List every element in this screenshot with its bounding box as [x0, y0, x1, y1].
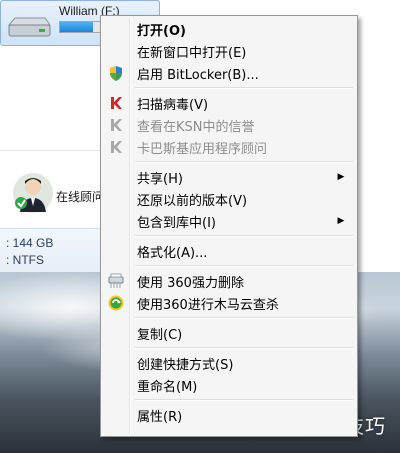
menu-item-create-shortcut[interactable]: 创建快捷方式(S)	[103, 352, 355, 374]
menu-item-label: 重命名(M)	[137, 379, 198, 395]
menu-item-restore-previous[interactable]: 还原以前的版本(V)	[103, 188, 355, 210]
menu-item-ksn-reputation[interactable]: 查看在KSN中的信誉	[103, 114, 355, 136]
advisor-avatar-icon	[13, 173, 53, 213]
menu-item-share[interactable]: 共享(H) ▶	[103, 166, 355, 188]
kaspersky-icon	[108, 95, 124, 111]
menu-separator	[103, 396, 355, 404]
menu-separator	[103, 344, 355, 352]
menu-item-label: 扫描病毒(V)	[137, 97, 209, 113]
kaspersky-grey-icon	[108, 139, 124, 155]
menu-item-label: 在新窗口中打开(E)	[137, 45, 247, 61]
online-advisor-item[interactable]: 在线顾问	[0, 172, 100, 218]
menu-separator	[103, 232, 355, 240]
360-security-icon	[108, 295, 124, 311]
menu-item-label: 创建快捷方式(S)	[137, 357, 234, 373]
submenu-arrow-icon: ▶	[337, 216, 345, 226]
drive-usage-fill	[60, 22, 93, 32]
divider	[0, 150, 100, 151]
menu-item-bitlocker[interactable]: 启用 BitLocker(B)...	[103, 62, 355, 84]
menu-item-label: 共享(H)	[137, 171, 183, 187]
menu-item-properties[interactable]: 属性(R)	[103, 404, 355, 426]
menu-item-open[interactable]: 打开(O)	[103, 18, 355, 40]
menu-separator	[103, 262, 355, 270]
filesystem-text: : NTFS	[6, 253, 44, 267]
menu-item-scan-virus[interactable]: 扫描病毒(V)	[103, 92, 355, 114]
menu-item-label: 还原以前的版本(V)	[137, 193, 248, 209]
menu-item-copy[interactable]: 复制(C)	[103, 322, 355, 344]
menu-item-label: 复制(C)	[137, 327, 183, 343]
menu-separator	[103, 314, 355, 322]
menu-item-label: 格式化(A)...	[137, 245, 208, 261]
menu-item-label: 属性(R)	[137, 409, 183, 425]
menu-item-label: 查看在KSN中的信誉	[137, 119, 255, 135]
menu-item-label: 打开(O)	[137, 23, 186, 39]
menu-item-360-trojan-scan[interactable]: 使用360进行木马云查杀	[103, 292, 355, 314]
drive-context-menu: 打开(O) 在新窗口中打开(E) 启用 BitLocker(B)... 扫描病毒…	[100, 15, 358, 437]
menu-item-rename[interactable]: 重命名(M)	[103, 374, 355, 396]
menu-item-include-library[interactable]: 包含到库中(I) ▶	[103, 210, 355, 232]
menu-item-label: 启用 BitLocker(B)...	[137, 67, 259, 83]
hard-drive-icon	[7, 17, 51, 37]
menu-item-360-force-delete[interactable]: 使用 360强力删除	[103, 270, 355, 292]
details-pane: : 144 GB : NTFS	[0, 228, 100, 272]
menu-item-format[interactable]: 格式化(A)...	[103, 240, 355, 262]
drive-size-text: : 144 GB	[6, 236, 54, 250]
submenu-arrow-icon: ▶	[337, 172, 345, 182]
security-shield-icon	[108, 65, 124, 81]
menu-item-label: 卡巴斯基应用程序顾问	[137, 141, 268, 157]
menu-item-label: 使用 360强力删除	[137, 275, 244, 291]
menu-item-open-new-window[interactable]: 在新窗口中打开(E)	[103, 40, 355, 62]
online-advisor-label: 在线顾问	[56, 190, 100, 204]
menu-separator	[103, 158, 355, 166]
menu-separator	[103, 84, 355, 92]
shredder-icon	[108, 273, 124, 289]
menu-item-label: 包含到库中(I)	[137, 215, 216, 231]
kaspersky-grey-icon	[108, 117, 124, 133]
menu-item-kaspersky-advisor[interactable]: 卡巴斯基应用程序顾问	[103, 136, 355, 158]
menu-item-label: 使用360进行木马云查杀	[137, 297, 279, 313]
